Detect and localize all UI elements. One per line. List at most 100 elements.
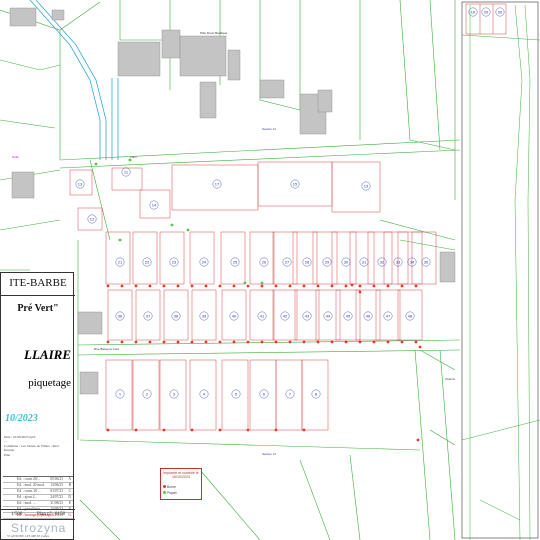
- lot-number: 30: [498, 10, 503, 15]
- revision-date: 05/06/23: [50, 477, 63, 481]
- survey-marker: [148, 284, 152, 288]
- survey-marker: [274, 284, 278, 288]
- piquet-icon: [163, 491, 166, 494]
- survey-marker: [344, 284, 348, 288]
- lot-number: 13: [78, 182, 83, 187]
- place-label: Dalla: [12, 155, 19, 159]
- building-label: Pôle Fleuri Basilique: [200, 31, 228, 35]
- survey-marker: [128, 158, 132, 162]
- legend-item: Borne: [163, 485, 176, 489]
- legend-item: Piquet: [163, 491, 177, 495]
- lot-outline: [383, 231, 409, 285]
- survey-marker: [162, 284, 166, 288]
- right-panel: [461, 1, 540, 540]
- lot-number: 41: [260, 314, 265, 319]
- survey-marker: [232, 284, 236, 288]
- survey-marker: [162, 340, 166, 344]
- lot-outline: [272, 231, 298, 285]
- survey-marker: [316, 284, 320, 288]
- revision-date: 24/07/23: [50, 495, 63, 499]
- lot-number: 28: [305, 260, 310, 265]
- firm-address: 57 ANTONY LES METZ Cedex: [7, 535, 49, 538]
- lot-number: 21: [118, 260, 123, 265]
- survey-marker: [330, 284, 334, 288]
- survey-marker: [400, 284, 404, 288]
- borne-icon: [163, 485, 166, 488]
- survey-marker: [120, 340, 124, 344]
- plan-kind: LLAIRE: [24, 347, 71, 362]
- street-label: Rue Basse la Cure: [94, 347, 120, 351]
- revision-label: Ed. : mod. ...: [17, 501, 36, 505]
- legend-label: Piquet: [167, 491, 177, 495]
- lot-number: 14: [152, 203, 157, 208]
- survey-marker: [204, 340, 208, 344]
- survey-marker: [260, 284, 264, 288]
- survey-marker: [358, 284, 362, 288]
- survey-marker: [372, 340, 376, 344]
- survey-marker: [302, 284, 306, 288]
- lot-number: 8: [315, 392, 318, 397]
- lot-number: 2: [146, 392, 149, 397]
- plan-no-label: Plan n°: [37, 512, 52, 517]
- survey-marker: [120, 284, 124, 288]
- lot-number: 43: [305, 314, 310, 319]
- lot-number: 36: [118, 314, 123, 319]
- revision-date: 31/08/23: [50, 501, 63, 505]
- plan-date: 10/2023: [5, 413, 38, 424]
- survey-marker: [288, 340, 292, 344]
- lot-number: 46: [366, 314, 371, 319]
- title-block: ITE-BARBE Pré Vert" LLAIRE piquetage 10/…: [0, 272, 75, 540]
- scale-value: 1/500: [11, 512, 23, 517]
- lot-number: 48: [408, 314, 413, 319]
- survey-marker: [218, 428, 222, 432]
- lot-number: 5: [235, 392, 238, 397]
- revision-index: E: [68, 501, 71, 505]
- lot-outline: [249, 231, 275, 285]
- chemin-label: Chemin: [445, 377, 456, 381]
- survey-marker: [288, 284, 292, 288]
- revision-index: C: [68, 489, 71, 493]
- lot-outline: [367, 231, 393, 285]
- lot-outline: [312, 231, 338, 285]
- revision-label: Ed. : ajout 2...: [17, 495, 38, 499]
- info-line: Plan: [4, 452, 11, 457]
- survey-marker: [400, 340, 404, 344]
- lot-number: 26: [262, 260, 267, 265]
- lot-number: 35: [424, 260, 429, 265]
- survey-marker: [170, 223, 174, 227]
- survey-marker: [94, 162, 98, 166]
- lot-number: 47: [386, 314, 391, 319]
- lot-number: 1: [119, 392, 122, 397]
- lot-outline: [220, 231, 246, 285]
- survey-marker: [386, 340, 390, 344]
- survey-marker: [372, 284, 376, 288]
- revision-index: B: [68, 483, 71, 487]
- commune-name: ITE-BARBE: [1, 277, 75, 296]
- survey-marker: [106, 428, 110, 432]
- lot-number: 34: [410, 260, 415, 265]
- revision-index: D: [68, 495, 71, 499]
- lot-outline: [132, 231, 158, 285]
- cadastral-plan: 131117 15 19141221 22 23 24 25 26 27 28 29 30 31 32 33…: [0, 0, 540, 540]
- revision-index: A: [68, 477, 71, 481]
- survey-marker: [134, 428, 138, 432]
- lot-lines: [69, 161, 437, 431]
- survey-marker: [302, 340, 306, 344]
- revision-date: 03/07/23: [50, 489, 63, 493]
- survey-marker: [232, 340, 236, 344]
- lot-number: 22: [145, 260, 150, 265]
- lot-outline: [349, 231, 375, 285]
- survey-marker: [246, 284, 250, 288]
- survey-marker: [148, 340, 152, 344]
- survey-marker: [176, 284, 180, 288]
- survey-marker: [134, 340, 138, 344]
- lot-number: 37: [146, 314, 151, 319]
- lot-number: 10: [471, 10, 476, 15]
- lot-number: 25: [233, 260, 238, 265]
- firm-logo: Strozyna: [11, 521, 67, 535]
- survey-marker: [274, 428, 278, 432]
- lot-number: 4: [203, 392, 206, 397]
- survey-marker: [176, 340, 180, 344]
- section-label: Section 11: [262, 452, 276, 456]
- survey-marker: [350, 283, 354, 287]
